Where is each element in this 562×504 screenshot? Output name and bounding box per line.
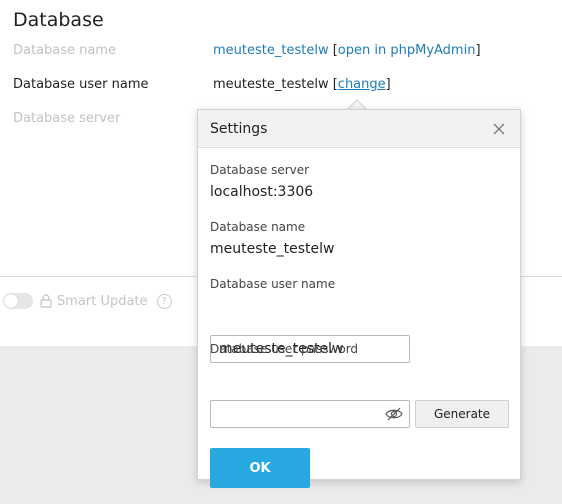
db-user-row-value: meuteste_testelw [change] — [213, 77, 391, 92]
db-server-label: Database server — [13, 111, 121, 126]
popover-body: Database server localhost:3306 Database … — [198, 148, 520, 488]
help-icon[interactable]: ? — [156, 293, 172, 309]
close-icon[interactable] — [492, 122, 506, 136]
db-user-label: Database user name — [13, 77, 149, 92]
section-title: Database — [13, 9, 104, 31]
server-value: localhost:3306 — [210, 184, 314, 200]
name-label: Database name — [210, 220, 306, 234]
smart-update-label: Smart Update — [57, 293, 148, 309]
ok-button[interactable]: OK — [210, 448, 310, 488]
db-name-link[interactable]: meuteste_testelw — [213, 43, 329, 58]
password-input[interactable] — [211, 401, 379, 427]
generate-button[interactable]: Generate — [415, 400, 509, 428]
change-user-link[interactable]: change — [338, 77, 386, 92]
name-value: meuteste_testelw — [210, 241, 335, 257]
popover-header: Settings — [198, 110, 520, 148]
open-phpmyadmin-link[interactable]: open in phpMyAdmin — [338, 43, 476, 58]
settings-popover: Settings Database server localhost:3306 … — [197, 109, 521, 488]
password-label: Database user password — [210, 342, 359, 356]
db-user-value: meuteste_testelw — [213, 77, 329, 92]
lock-icon — [40, 294, 52, 308]
db-name-label: Database name — [13, 43, 117, 58]
smart-update-toggle[interactable] — [3, 293, 33, 309]
db-name-row-value: meuteste_testelw [open in phpMyAdmin] — [213, 43, 481, 58]
smart-update-row: Smart Update ? — [3, 293, 172, 309]
popover-title: Settings — [210, 120, 268, 137]
user-label: Database user name — [210, 277, 336, 291]
server-label: Database server — [210, 163, 310, 177]
password-field — [210, 400, 410, 428]
eye-off-icon[interactable] — [385, 406, 403, 422]
